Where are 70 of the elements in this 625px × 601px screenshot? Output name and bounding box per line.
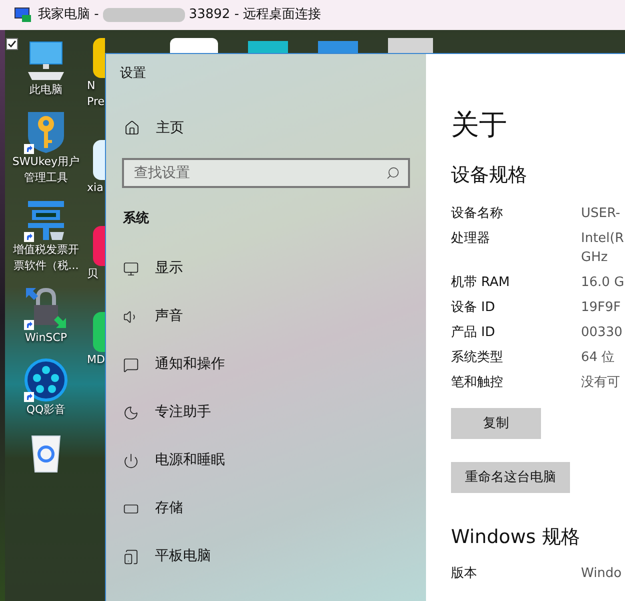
shortcut-arrow-icon [24, 232, 34, 242]
spec-label: 系统类型 [451, 349, 504, 367]
shortcut-arrow-icon [24, 320, 34, 330]
spec-label: 产品 ID [451, 324, 496, 342]
window-title: 我家电脑 - [38, 6, 99, 24]
home-nav-item[interactable]: 主页 [124, 118, 426, 138]
action-button[interactable]: 重命名这台电脑 [451, 462, 570, 493]
shortcut-arrow-icon [24, 144, 34, 154]
icon-label[interactable]: 票软件（税... [13, 258, 79, 274]
search-icon [386, 166, 400, 180]
remote-desktop-icon [14, 7, 32, 23]
icon-label[interactable]: MD [87, 352, 105, 368]
monitor-icon [123, 260, 139, 276]
icon-label[interactable]: 贝 [87, 266, 105, 282]
icon-label[interactable]: N [87, 78, 105, 94]
spec-value: 没有可 [581, 374, 620, 392]
power-icon [123, 452, 139, 468]
app-icon [93, 140, 105, 180]
spec-value: 16.0 G [581, 274, 624, 292]
icon-label[interactable]: QQ影音 [26, 402, 66, 418]
app-icon [93, 226, 105, 266]
search-field[interactable]: 查找设置 [122, 158, 410, 188]
film-reel-icon [24, 358, 68, 402]
section-heading: 设备规格 [451, 163, 528, 188]
spec-label: 设备 ID [451, 299, 496, 317]
icon-label[interactable]: SWUkey用户 [12, 154, 80, 170]
icon-label[interactable]: 此电脑 [30, 82, 62, 98]
section-heading: 系统 [123, 210, 150, 228]
spec-label: 笔和触控 [451, 374, 504, 392]
spec-label: 处理器 [451, 230, 491, 248]
nav-item[interactable]: 显示 [123, 258, 426, 279]
spec-label: 机带 RAM [451, 274, 511, 292]
checkbox[interactable] [6, 38, 18, 50]
icon-label[interactable]: Pre [87, 94, 105, 110]
app-icon [318, 41, 358, 53]
icon-label[interactable]: xia [87, 180, 105, 196]
nav-item[interactable]: 电源和睡眠 [123, 450, 426, 471]
shortcut-arrow-icon [24, 392, 34, 402]
app-icon [93, 312, 105, 352]
home-icon [124, 120, 140, 136]
tablet-icon [123, 548, 139, 564]
moon-icon [123, 404, 139, 420]
nav-item[interactable]: 专注助手 [123, 402, 426, 423]
spec-value: Intel(R [581, 230, 624, 248]
icon-label[interactable]: WinSCP [25, 330, 67, 346]
spec-value: GHz [581, 249, 609, 267]
padlock-icon [24, 286, 68, 330]
window-title: 33892 - 远程桌面连接 [188, 6, 322, 24]
window-title: 设置 [120, 65, 147, 83]
icon-label[interactable]: 增值税发票开 [13, 242, 79, 258]
spec-value: USER- [581, 205, 620, 223]
nav-item[interactable]: 声音 [123, 306, 426, 327]
section-heading: Windows 规格 [451, 525, 581, 550]
spec-value: 64 位 [581, 349, 615, 367]
spec-label: 版本 [451, 565, 478, 583]
app-icon [93, 38, 105, 78]
spec-value: 19F9F [581, 299, 621, 317]
app-icon [170, 38, 218, 53]
action-button[interactable]: 复制 [451, 408, 541, 439]
nav-item[interactable]: 平板电脑 [123, 546, 426, 567]
message-icon [123, 356, 139, 372]
app-icon [388, 38, 433, 53]
app-icon [248, 41, 288, 53]
spec-value: Windo [581, 565, 622, 583]
page-title: 关于 [451, 107, 508, 143]
nav-item[interactable]: 存储 [123, 498, 426, 519]
icon-label[interactable]: 管理工具 [24, 170, 68, 186]
nav-item[interactable]: 通知和操作 [123, 354, 426, 375]
spec-value: 00330 [581, 324, 622, 342]
spec-label: 设备名称 [451, 205, 504, 223]
